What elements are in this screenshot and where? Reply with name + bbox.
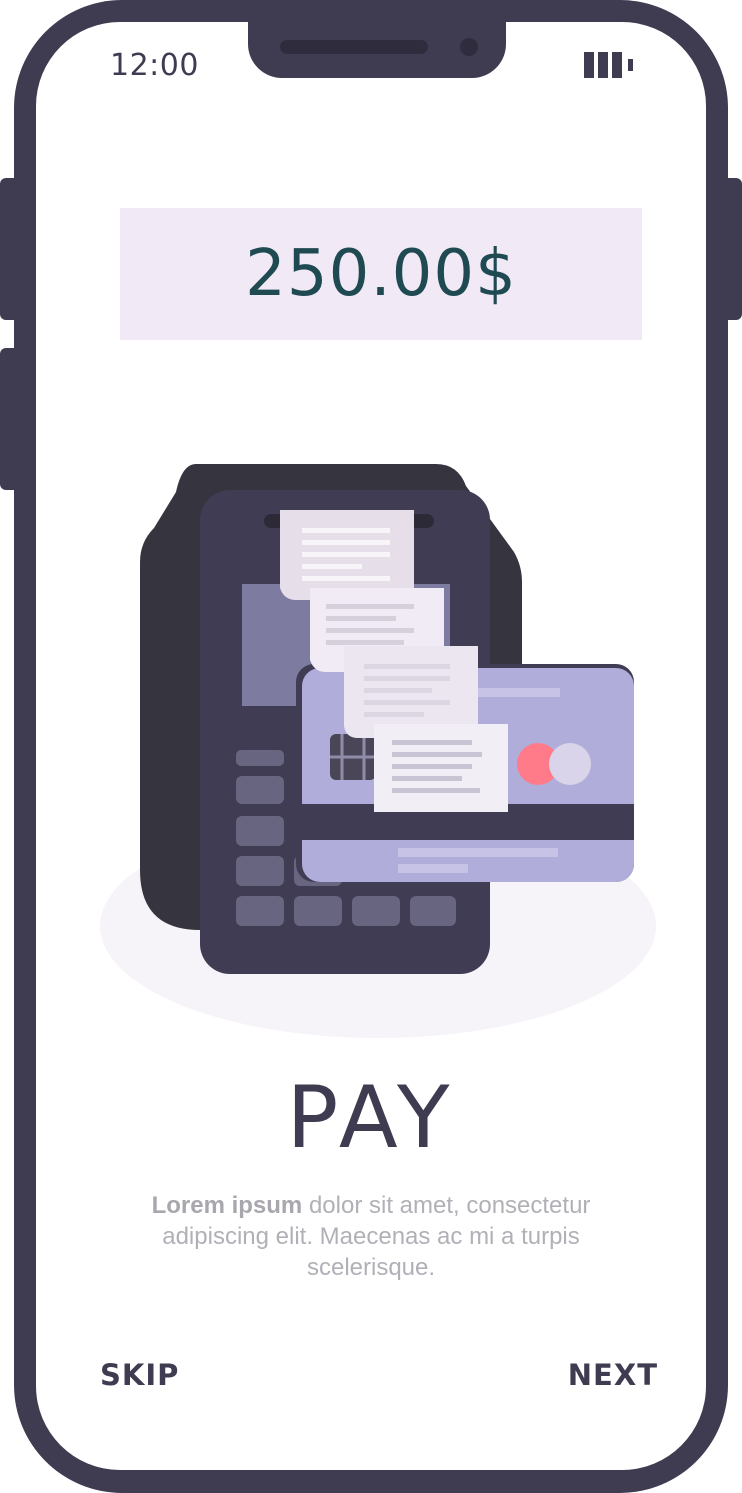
page-title: PAY: [286, 1068, 456, 1168]
side-button-right: [722, 178, 742, 320]
description-text: Lorem ipsum dolor sit amet, consectetur …: [106, 1190, 636, 1283]
description-bold: Lorem ipsum: [151, 1192, 303, 1219]
card-logo-light: [549, 743, 591, 785]
next-button[interactable]: NEXT: [568, 1358, 658, 1392]
side-button-left-top: [0, 178, 20, 320]
skip-button[interactable]: SKIP: [100, 1358, 179, 1392]
phone-screen: 12:00 250.00$ PAY Lorem ipsum dolor sit …: [36, 22, 706, 1470]
side-button-left-bottom: [0, 348, 20, 490]
